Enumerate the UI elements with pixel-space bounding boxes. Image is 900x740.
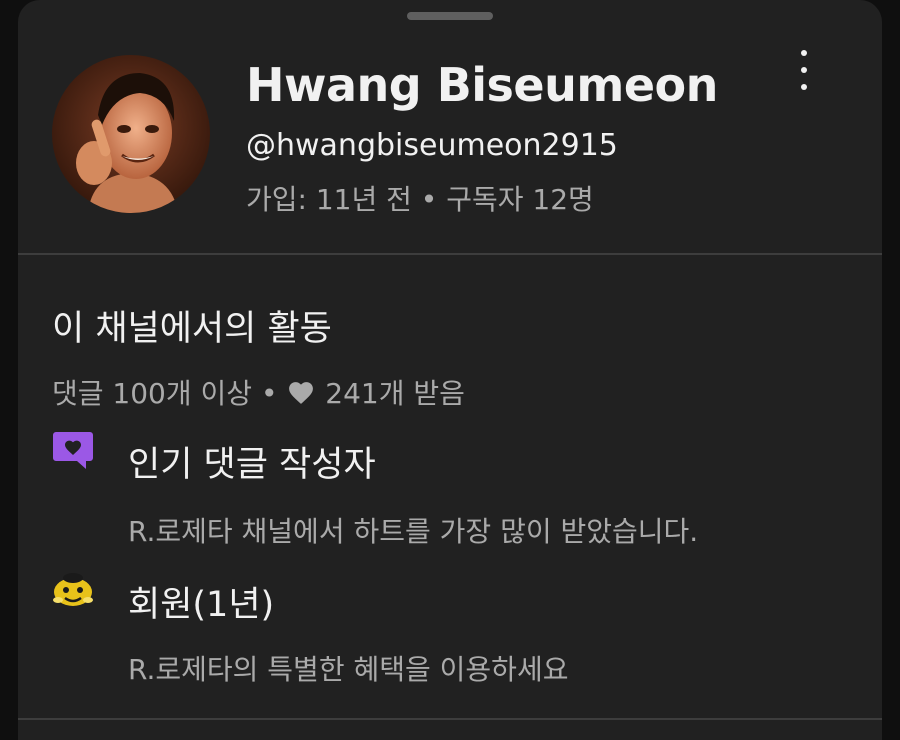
badge-title-top-commenter: 인기 댓글 작성자 <box>128 445 376 485</box>
section-divider <box>18 253 882 255</box>
activity-section-title: 이 채널에서의 활동 <box>52 309 332 349</box>
drag-handle[interactable] <box>407 12 493 20</box>
avatar-photo <box>52 55 210 213</box>
more-vert-icon-dot <box>801 67 807 73</box>
more-vert-icon <box>801 50 807 56</box>
heart-icon <box>288 379 314 412</box>
hearts-received-text: 241개 받음 <box>325 377 465 410</box>
badge-desc-membership: R.로제타의 특별한 혜택을 이용하세요 <box>128 653 569 686</box>
channel-name: Hwang Biseumeon <box>246 58 718 112</box>
activity-stats: 댓글 100개 이상 • 241개 받음 <box>52 372 465 412</box>
channel-avatar[interactable] <box>52 55 210 213</box>
badge-desc-top-commenter: R.로제타 채널에서 하트를 가장 많이 받았습니다. <box>128 515 699 548</box>
badge-title-membership: 회원(1년) <box>128 585 275 625</box>
bottom-divider <box>18 718 882 720</box>
more-options-button[interactable] <box>791 50 817 90</box>
comment-count-text: 댓글 100개 이상 • <box>52 377 278 410</box>
channel-meta: 가입: 11년 전 • 구독자 12명 <box>246 183 594 216</box>
channel-info-sheet: Hwang Biseumeon @hwangbiseumeon2915 가입: … <box>18 0 882 740</box>
purple-heart-comment-icon <box>52 430 94 474</box>
membership-badge-icon <box>52 570 94 614</box>
channel-handle: @hwangbiseumeon2915 <box>246 128 618 163</box>
more-vert-icon-dot <box>801 84 807 90</box>
